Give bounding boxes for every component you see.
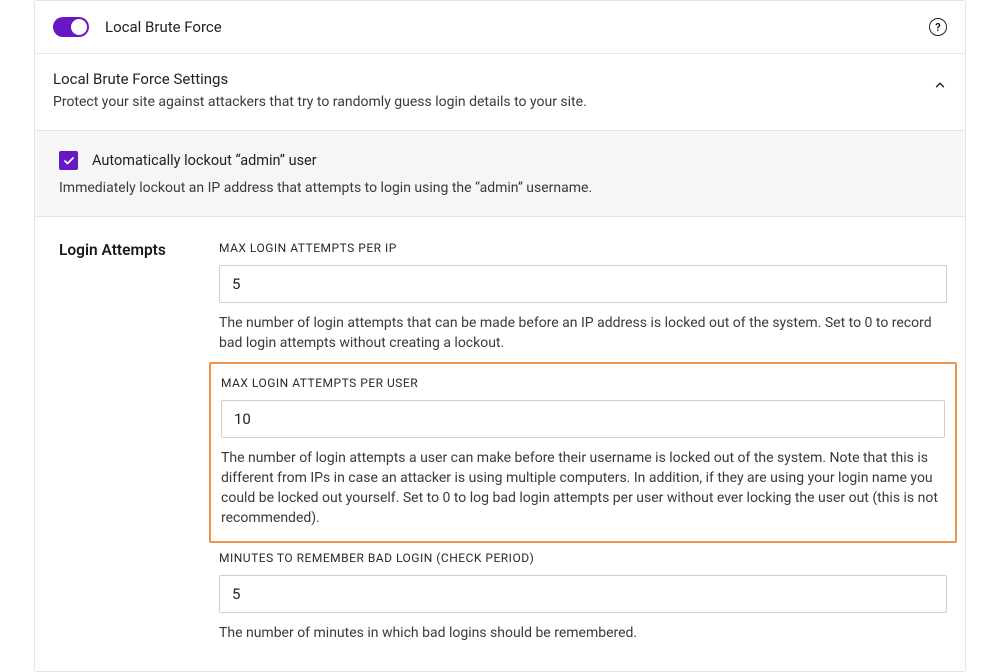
feature-toggle-row: Local Brute Force ? (35, 1, 965, 54)
max-attempts-ip-input[interactable] (219, 265, 947, 303)
brute-force-card: Local Brute Force ? Local Brute Force Se… (34, 0, 966, 672)
admin-lockout-label: Automatically lockout “admin” user (92, 152, 317, 169)
admin-lockout-row: Automatically lockout “admin” user (59, 151, 941, 170)
settings-header-row: Local Brute Force Settings Protect your … (35, 54, 965, 131)
minutes-remember-input[interactable] (219, 575, 947, 613)
field-label: MINUTES TO REMEMBER BAD LOGIN (CHECK PER… (219, 551, 947, 565)
login-attempts-section: Login Attempts MAX LOGIN ATTEMPTS PER IP… (35, 217, 965, 671)
field-help: The number of login attempts that can be… (219, 313, 947, 354)
chevron-up-icon[interactable] (933, 78, 947, 96)
settings-description: Protect your site against attackers that… (53, 94, 587, 110)
settings-header-text: Local Brute Force Settings Protect your … (53, 70, 587, 110)
field-help: The number of minutes in which bad login… (219, 623, 947, 643)
admin-lockout-box: Automatically lockout “admin” user Immed… (35, 131, 965, 217)
feature-toggle[interactable] (53, 17, 89, 37)
field-max-attempts-user: MAX LOGIN ATTEMPTS PER USER The number o… (209, 362, 957, 543)
field-help: The number of login attempts a user can … (221, 448, 945, 529)
login-attempts-group-label-wrap: Login Attempts (59, 241, 179, 643)
field-max-attempts-ip: MAX LOGIN ATTEMPTS PER IP The number of … (219, 241, 947, 354)
feature-toggle-label: Local Brute Force (105, 18, 222, 36)
field-label: MAX LOGIN ATTEMPTS PER IP (219, 241, 947, 255)
login-attempts-group-label: Login Attempts (59, 241, 179, 259)
help-icon[interactable]: ? (929, 18, 947, 36)
max-attempts-user-input[interactable] (221, 400, 945, 438)
admin-lockout-description: Immediately lockout an IP address that a… (59, 180, 941, 196)
login-attempts-fields: MAX LOGIN ATTEMPTS PER IP The number of … (219, 241, 947, 643)
feature-toggle-left: Local Brute Force (53, 17, 222, 37)
field-minutes-remember: MINUTES TO REMEMBER BAD LOGIN (CHECK PER… (219, 551, 947, 643)
settings-title: Local Brute Force Settings (53, 70, 587, 88)
field-label: MAX LOGIN ATTEMPTS PER USER (221, 376, 945, 390)
admin-lockout-checkbox[interactable] (59, 151, 78, 170)
